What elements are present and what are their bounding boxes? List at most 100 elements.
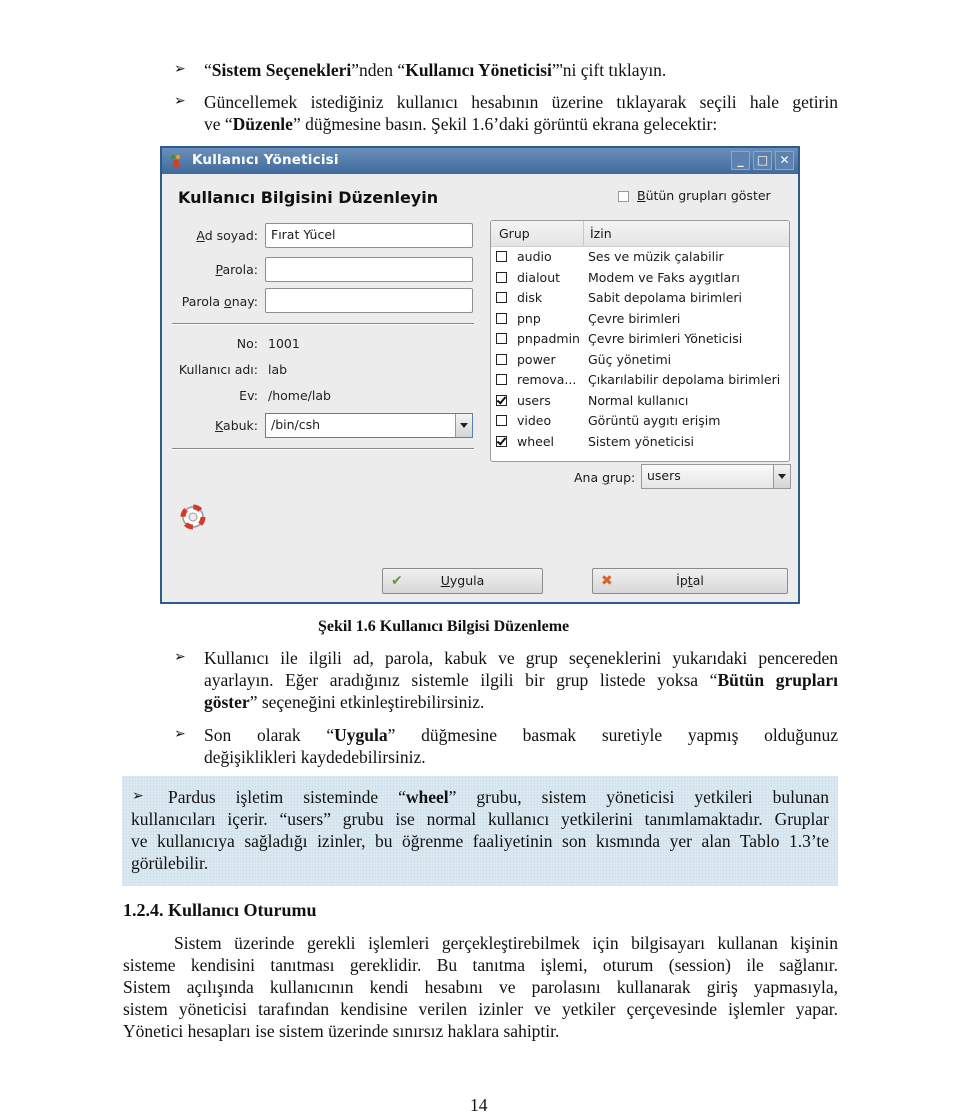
checkbox[interactable] [618, 191, 629, 202]
figure-caption: Şekil 1.6 Kullanıcı Bilgisi Düzenleme [318, 618, 570, 635]
chevron-down-icon[interactable] [773, 465, 790, 488]
cancel-x-icon: ✖ [601, 573, 613, 589]
group-permission: Ses ve müzik çalabilir [588, 249, 724, 264]
table-row[interactable]: pnp Çevre birimleri [491, 309, 789, 330]
section-line-1: Sistem üzerinde gerekli işlemleri gerçek… [174, 933, 838, 953]
group-checkbox[interactable] [496, 251, 507, 262]
section-line-2: sisteme kendisini tanıtması gereklidir. … [123, 955, 838, 975]
bullet-4-line-1: Son olarak “Uygula” düğmesine basmak sur… [204, 725, 838, 745]
table-row[interactable]: pnpadmin Çevre birimleri Yöneticisi [491, 329, 789, 350]
table-row[interactable]: video Görüntü aygıtı erişim [491, 411, 789, 432]
bullet-3-line-1: Kullanıcı ile ilgili ad, parola, kabuk v… [204, 648, 838, 668]
section-heading: 1.2.4. Kullanıcı Oturumu [123, 900, 317, 920]
form-heading: Kullanıcı Bilgisini Düzenleyin [178, 188, 439, 207]
group-name: disk [517, 290, 543, 305]
bullet-arrow-icon: ➢ [174, 62, 186, 77]
username-label: Kullanıcı adı: [178, 362, 258, 377]
page-number: 14 [470, 1095, 488, 1115]
bullet-arrow-icon: ➢ [174, 727, 186, 742]
group-checkbox[interactable] [496, 394, 507, 406]
separator [172, 448, 474, 450]
section-line-5: Yönetici hesapları ise sistem üzerinde s… [123, 1021, 560, 1041]
group-permission: Görüntü aygıtı erişim [588, 413, 721, 428]
close-button[interactable]: ✕ [775, 151, 794, 170]
chevron-down-icon[interactable] [455, 414, 472, 437]
user-manager-window: Kullanıcı Yöneticisi _ □ ✕ Kullanıcı Bil… [160, 146, 800, 604]
group-permission: Normal kullanıcı [588, 392, 689, 408]
check-icon: ✔ [391, 573, 403, 589]
password-input[interactable] [265, 257, 473, 282]
table-row[interactable]: dialout Modem ve Faks aygıtları [491, 268, 789, 289]
password-label: Parola: [215, 262, 258, 277]
password-confirm-label: Parola onay: [181, 294, 258, 309]
group-permission: Sabit depolama birimleri [588, 290, 742, 305]
bullet-arrow-icon: ➢ [132, 789, 144, 804]
group-name: wheel [517, 433, 554, 449]
group-name: users [517, 392, 551, 408]
group-permission: Çıkarılabilir depolama birimleri [588, 372, 781, 387]
uid-value: 1001 [268, 336, 300, 351]
group-name: pnpadmin [517, 331, 580, 346]
table-row[interactable]: disk Sabit depolama birimleri [491, 288, 789, 309]
cancel-label: İptal [676, 573, 704, 588]
bullet-arrow-icon: ➢ [174, 94, 186, 109]
separator [172, 323, 474, 325]
password-confirm-input[interactable] [265, 288, 473, 313]
group-checkbox[interactable] [496, 353, 507, 365]
show-all-groups-label: Bütün grupları göster [636, 188, 771, 203]
table-row[interactable]: wheel Sistem yöneticisi [491, 432, 789, 453]
main-group-combobox[interactable]: users [641, 464, 791, 489]
group-checkbox[interactable] [496, 312, 507, 324]
group-checkbox[interactable] [496, 374, 507, 385]
minimize-button[interactable]: _ [731, 151, 750, 170]
group-name: video [517, 413, 552, 428]
home-label: Ev: [239, 388, 258, 403]
cancel-button[interactable]: ✖ İptal [592, 568, 788, 594]
users-app-icon [170, 154, 181, 168]
intro-bullet-1: “Sistem Seçenekleri”nden “Kullanıcı Yöne… [204, 60, 667, 80]
table-header: Grup İzin [491, 221, 789, 247]
main-group-label: Ana grup: [574, 470, 636, 485]
section-line-3: Sistem açılışında kullanıcının kendi hes… [123, 977, 838, 997]
home-value: /home/lab [268, 388, 331, 403]
group-checkbox[interactable] [496, 271, 507, 283]
note-line-3: ve kullanıcıya sağladığı izinler, bu öğr… [131, 831, 829, 851]
group-checkbox[interactable] [496, 415, 507, 426]
section-line-4: sistem yöneticisi tarafından kendisine v… [123, 999, 838, 1019]
help-lifebuoy-icon[interactable] [180, 504, 206, 530]
shell-label: Kabuk: [215, 418, 258, 433]
group-name: power [517, 351, 556, 367]
table-row[interactable]: users Normal kullanıcı [491, 391, 789, 412]
group-checkbox[interactable] [496, 435, 507, 447]
note-line-2: kullanıcıları içerir. “users” grubu ise … [131, 809, 829, 829]
uid-label: No: [236, 336, 258, 351]
shell-value: /bin/csh [271, 417, 321, 432]
maximize-button[interactable]: □ [753, 151, 772, 170]
main-group-value: users [647, 468, 681, 483]
group-permission: Güç yönetimi [588, 351, 672, 367]
name-label: Ad soyad: [196, 228, 258, 243]
group-permission: Çevre birimleri Yöneticisi [588, 331, 743, 346]
group-permission: Modem ve Faks aygıtları [588, 269, 740, 285]
apply-label: Uygula [440, 573, 485, 588]
group-name: audio [517, 249, 552, 264]
name-input[interactable]: Fırat Yücel [265, 223, 473, 248]
group-name: dialout [517, 269, 561, 285]
group-checkbox[interactable] [496, 333, 507, 344]
apply-button[interactable]: ✔ Uygula [382, 568, 543, 594]
group-name: pnp [517, 310, 541, 326]
title-bar[interactable]: Kullanıcı Yöneticisi _ □ ✕ [162, 148, 798, 174]
bullet-3-line-3: göster” seçeneğini etkinleştirebilirsini… [204, 692, 485, 712]
column-header-group[interactable]: Grup [499, 226, 530, 241]
show-all-groups-checkbox[interactable]: Bütün grupları göster [618, 188, 771, 203]
window-title: Kullanıcı Yöneticisi [192, 152, 339, 168]
bullet-arrow-icon: ➢ [174, 650, 186, 665]
column-header-permission[interactable]: İzin [590, 226, 612, 241]
table-row[interactable]: audio Ses ve müzik çalabilir [491, 247, 789, 268]
group-checkbox[interactable] [496, 292, 507, 303]
intro-bullet-2-line-1: Güncellemek istediğiniz kullanıcı hesabı… [204, 92, 838, 112]
table-row[interactable]: remova... Çıkarılabilir depolama birimler… [491, 370, 789, 391]
table-row[interactable]: power Güç yönetimi [491, 350, 789, 371]
column-divider[interactable] [583, 221, 584, 246]
shell-combobox[interactable]: /bin/csh [265, 413, 473, 438]
